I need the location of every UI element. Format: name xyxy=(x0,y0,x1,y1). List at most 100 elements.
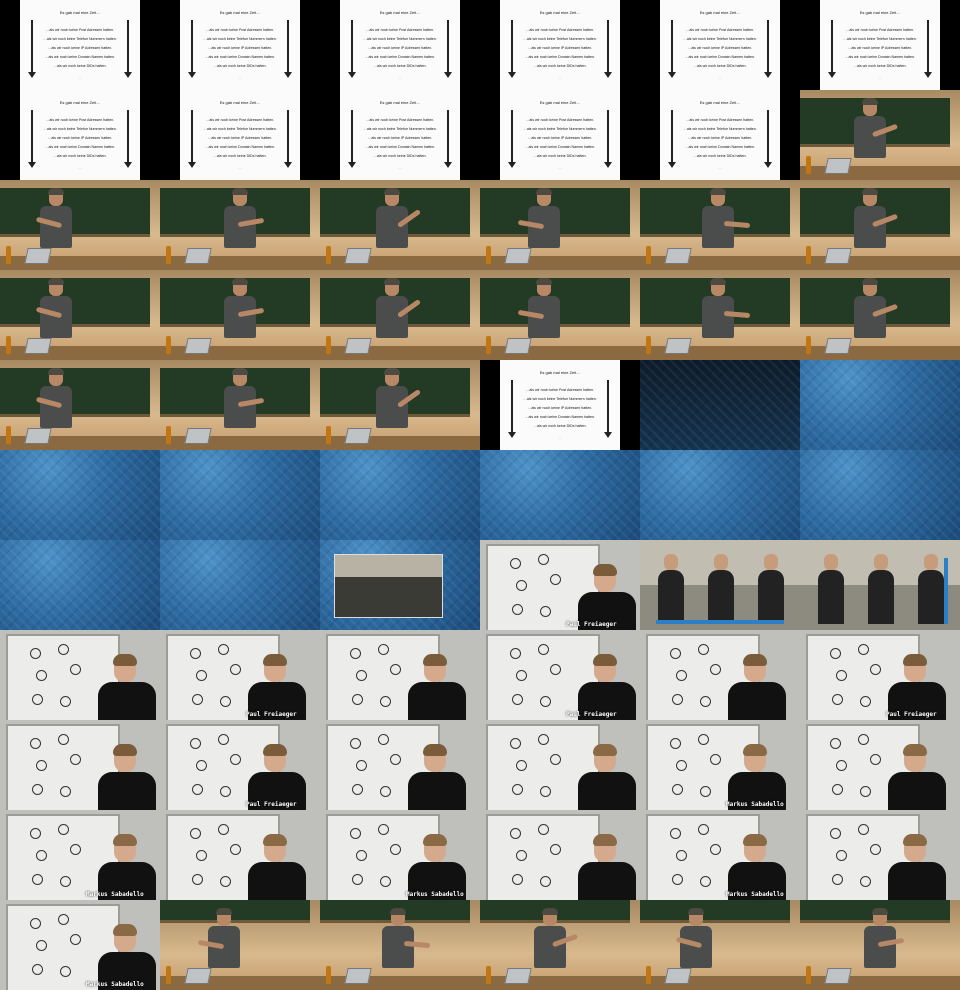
interviewer xyxy=(818,554,844,624)
diagram-node xyxy=(378,734,389,745)
slide-line: …als wir noch keine IP Adressen hatten. xyxy=(847,46,913,50)
slide-line: …als wir noch keine Domain Namen hatten. xyxy=(364,145,436,149)
presenter xyxy=(372,188,422,270)
speaker-hair xyxy=(593,564,617,576)
presenter xyxy=(35,188,76,270)
slide-line: …als wir noch keine Domain Namen hatten. xyxy=(684,145,756,149)
slide-frame: Es gab mal eine Zeit… …als wir noch kein… xyxy=(320,0,480,90)
diagram-node xyxy=(516,580,527,591)
presenter-cap xyxy=(872,908,888,915)
laptop xyxy=(824,248,852,264)
speaker-hair xyxy=(743,834,767,846)
presenter xyxy=(850,278,899,360)
slide-line: …als wir noch keine IP Adressen hatten. xyxy=(47,136,113,140)
presenter xyxy=(530,908,579,990)
whiteboard-frame: Markus Sabadello xyxy=(320,810,480,900)
slide-line: …als wir noch keine Domain Namen hatten. xyxy=(524,145,596,149)
speaker xyxy=(576,744,636,810)
speaker-caption: Markus Sabadello xyxy=(86,981,144,988)
slide-frame: Es gab mal eine Zeit… …als wir noch kein… xyxy=(160,90,320,180)
whiteboard-frame xyxy=(480,720,640,810)
slide-frame: Es gab mal eine Zeit… …als wir noch kein… xyxy=(0,0,160,90)
beer-bottle xyxy=(486,966,491,984)
diagram-node xyxy=(832,784,843,795)
speaker-hair xyxy=(903,654,927,666)
diagram-node xyxy=(550,844,561,855)
diagram-node xyxy=(710,664,721,675)
diagram-node xyxy=(510,648,521,659)
blue-pattern-frame xyxy=(640,450,800,540)
slide-frame: Es gab mal eine Zeit… …als wir noch kein… xyxy=(640,0,800,90)
slide-line: …als wir noch keine Domain Namen hatten. xyxy=(44,55,116,59)
laptop xyxy=(504,968,532,984)
speaker-caption: Markus Sabadello xyxy=(406,891,464,898)
slide-page: Es gab mal eine Zeit… …als wir noch kein… xyxy=(660,0,780,90)
presenter xyxy=(372,368,422,450)
slide-ellipsis: … xyxy=(78,75,82,80)
slide-line: …als wir noch keine Telefon Nummern hatt… xyxy=(523,127,597,131)
whiteboard-frame: Markus Sabadello xyxy=(640,810,800,900)
slide-line: …als wir noch keine Telefon Nummern hatt… xyxy=(43,127,117,131)
diagram-node xyxy=(710,844,721,855)
slide-line: …als wir noch keine DIDs hatten. xyxy=(53,154,107,158)
presenter-cap xyxy=(862,278,878,285)
diagram-node xyxy=(510,828,521,839)
slide-frame: Es gab mal eine Zeit… …als wir noch kein… xyxy=(320,90,480,180)
diagram-node xyxy=(218,824,229,835)
speaker xyxy=(406,744,466,810)
slide-line: …als wir noch keine IP Adressen hatten. xyxy=(207,136,273,140)
slide-ellipsis: … xyxy=(398,165,402,170)
speaker-hair xyxy=(743,744,767,756)
lecture-frame xyxy=(480,900,640,990)
diagram-node xyxy=(672,784,683,795)
diagram-node xyxy=(830,828,841,839)
diagram-node xyxy=(540,786,551,797)
presenter xyxy=(372,278,422,360)
slide-line: …als wir noch keine Post Adressen hatten… xyxy=(205,28,275,32)
slide-line: …als wir noch keine DIDs hatten. xyxy=(693,64,747,68)
diagram-node xyxy=(830,648,841,659)
lower-third-bar xyxy=(656,620,784,624)
presenter-shirt xyxy=(864,926,896,968)
slide-line: …als wir noch keine IP Adressen hatten. xyxy=(207,46,273,50)
lecture-frame xyxy=(320,270,480,360)
slide-line: …als wir noch keine Post Adressen hatten… xyxy=(525,118,595,122)
slide-page: Es gab mal eine Zeit… …als wir noch kein… xyxy=(340,0,460,90)
speaker-hair xyxy=(263,834,287,846)
speaker-caption: Markus Sabadello xyxy=(726,801,784,808)
diagram-node xyxy=(836,670,847,681)
beer-bottle xyxy=(326,966,331,984)
speaker-hair xyxy=(263,654,287,666)
laptop xyxy=(344,248,372,264)
presenter-cap xyxy=(710,188,726,195)
slide-line: …als wir noch keine Telefon Nummern hatt… xyxy=(523,397,597,401)
diagram-node xyxy=(230,754,241,765)
beer-bottle xyxy=(326,246,331,264)
diagram-node xyxy=(710,754,721,765)
slide-line: …als wir noch keine Telefon Nummern hatt… xyxy=(523,37,597,41)
presenter xyxy=(850,188,899,270)
diagram-node xyxy=(190,738,201,749)
lecture-frame xyxy=(0,180,160,270)
whiteboard-frame xyxy=(480,810,640,900)
speaker-shirt xyxy=(578,862,636,900)
diagram-node xyxy=(356,850,367,861)
beer-bottle xyxy=(166,966,171,984)
speaker-caption: Paul Freiaeger xyxy=(246,711,297,718)
blue-pattern-frame xyxy=(800,360,960,450)
presenter-cap xyxy=(688,908,704,915)
slide-line: …als wir noch keine Telefon Nummern hatt… xyxy=(363,127,437,131)
slide-line: …als wir noch keine DIDs hatten. xyxy=(533,154,587,158)
slide-line: …als wir noch keine Telefon Nummern hatt… xyxy=(203,127,277,131)
blue-pattern-frame xyxy=(160,540,320,630)
slide-title: Es gab mal eine Zeit… xyxy=(219,100,261,105)
speaker-caption: Markus Sabadello xyxy=(726,891,784,898)
whiteboard-frame xyxy=(800,810,960,900)
speaker xyxy=(96,654,156,720)
presenter-cap xyxy=(710,278,726,285)
presenter xyxy=(517,278,564,360)
diagram-node xyxy=(512,694,523,705)
person-head xyxy=(824,554,838,570)
speaker-shirt xyxy=(408,772,466,810)
diagram-node xyxy=(512,874,523,885)
